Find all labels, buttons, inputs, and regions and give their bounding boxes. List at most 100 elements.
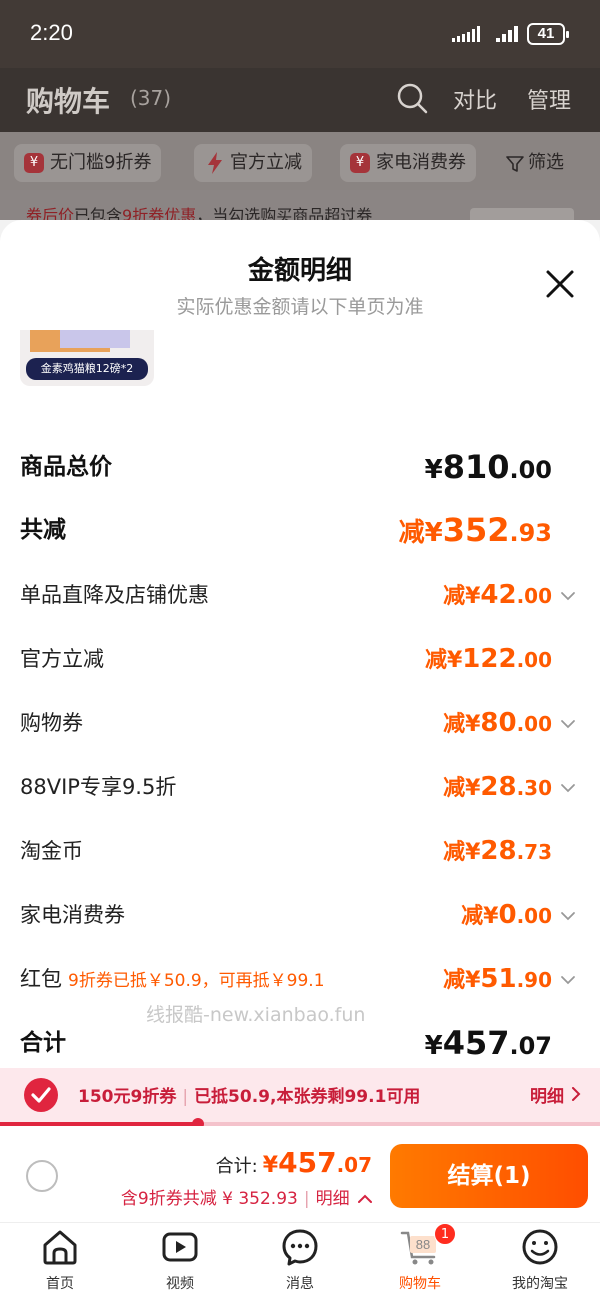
promo-action-button[interactable] (470, 208, 574, 220)
amount-row-value: ¥457.07 (424, 1024, 552, 1062)
amount-row[interactable]: 单品直降及店铺优惠 减¥42.00 (0, 580, 600, 640)
page-title: 购物车 (26, 85, 111, 118)
nav-label: 我的淘宝 (512, 1276, 568, 1292)
chevron-right-icon (572, 1087, 581, 1101)
amount-row-label: 购物券 (20, 711, 83, 735)
coupon-bar[interactable]: 150元9折券 | 已抵50.9,本张券剩99.1可用 明细 (0, 1068, 600, 1122)
bottom-nav: 首页 视频 消息 88 1 购物车 我的淘宝 (0, 1222, 600, 1295)
filter-icon (506, 156, 524, 172)
filter-chip-discount-coupon[interactable]: ¥ 无门槛9折券 (14, 144, 162, 182)
nav-item-cart[interactable]: 88 1 购物车 (360, 1223, 480, 1295)
amount-row: 官方立减 减¥122.00 (0, 644, 600, 704)
chevron-down-icon[interactable] (560, 908, 576, 924)
amount-row-value: 减¥352.93 (398, 511, 552, 549)
filter-chip-label: 官方立减 (230, 152, 302, 173)
close-icon[interactable] (540, 264, 580, 304)
amount-row: 淘金币 减¥28.73 (0, 836, 600, 896)
cart-count: (37) (130, 86, 172, 110)
product-label: 金素鸡猫粮12磅*2 (26, 358, 148, 380)
filter-chip-label: 无门槛9折券 (50, 152, 152, 173)
chevron-down-icon[interactable] (560, 972, 576, 988)
sheet-title: 金额明细 (247, 256, 352, 286)
coupon-icon: ¥ (24, 153, 44, 173)
filter-button[interactable]: 筛选 (506, 144, 564, 182)
amount-row-value: 减¥51.90 (443, 964, 552, 994)
nav-label: 首页 (46, 1276, 74, 1292)
checkout-detail-link[interactable]: 明细 (316, 1189, 350, 1209)
discount-text: 含9折券共减 ¥ 352.93 (120, 1189, 298, 1209)
svg-text:88: 88 (416, 1237, 430, 1252)
amount-detail-sheet: 金额明细 实际优惠金额请以下单页为准 金素鸡猫粮12磅*2 商品总价 ¥810.0… (0, 220, 600, 1070)
amount-row-label: 家电消费券 (20, 903, 125, 927)
amount-row[interactable]: 88VIP专享9.5折 减¥28.30 (0, 772, 600, 832)
amount-row-label: 合计 (20, 1030, 66, 1056)
home-icon (43, 1230, 77, 1265)
discount-summary[interactable]: 含9折券共减 ¥ 352.93 | 明细 (121, 1184, 372, 1209)
status-bar: 2:20 41 (0, 0, 600, 68)
amount-row-label: 商品总价 (20, 454, 112, 480)
select-all-checkbox[interactable] (26, 1160, 58, 1192)
redpacket-note: 9折券已抵￥50.9，可再抵￥99.1 (68, 971, 325, 991)
amount-row: 合计 ¥457.07 (0, 1024, 600, 1070)
amount-row-value: 减¥28.30 (443, 772, 552, 802)
filter-chip-appliance-coupon[interactable]: ¥ 家电消费券 (340, 144, 476, 182)
nav-item-video[interactable]: 视频 (120, 1223, 240, 1295)
amount-row-value: 减¥42.00 (443, 580, 552, 610)
watermark: 线报酷-new.xianbao.fun (146, 1004, 366, 1026)
amount-row-label: 官方立减 (20, 647, 104, 671)
signal-icon (452, 26, 480, 42)
nav-item-home[interactable]: 首页 (0, 1223, 120, 1295)
promo-strip: 券后价已包含9折券优惠，当勾选购买商品超过券 (0, 190, 600, 220)
filter-chip-label: 家电消费券 (376, 152, 466, 173)
profile-icon (522, 1229, 558, 1265)
amount-row[interactable]: 购物券 减¥80.00 (0, 708, 600, 768)
chevron-up-icon (358, 1194, 372, 1203)
coupon-detail-link[interactable]: 明细 (530, 1082, 564, 1107)
battery-icon: 41 (527, 23, 569, 45)
total-label: 合计: (215, 1156, 258, 1177)
filter-bar: ¥ 无门槛9折券 官方立减 ¥ 家电消费券 筛选 (0, 132, 600, 190)
nav-item-profile[interactable]: 我的淘宝 (480, 1223, 600, 1295)
nav-item-messages[interactable]: 消息 (240, 1223, 360, 1295)
coupon-status: 已抵50.9,本张券剩99.1可用 (194, 1087, 421, 1107)
total-line: 合计: ¥457.07 (216, 1146, 372, 1179)
chevron-down-icon[interactable] (560, 588, 576, 604)
chevron-down-icon[interactable] (560, 716, 576, 732)
nav-label: 购物车 (399, 1276, 441, 1292)
wifi-signal-icon (496, 26, 518, 42)
amount-row[interactable]: 家电消费券 减¥0.00 (0, 900, 600, 960)
check-icon (31, 1087, 51, 1103)
filter-button-label: 筛选 (528, 152, 564, 173)
amount-row-value: 减¥28.73 (443, 836, 552, 866)
cart-badge: 1 (434, 1223, 456, 1245)
amount-row-label: 单品直降及店铺优惠 (20, 583, 209, 607)
total-amount: ¥457.07 (262, 1146, 372, 1179)
filter-chip-official-discount[interactable]: 官方立减 (194, 144, 312, 182)
nav-label: 消息 (286, 1276, 314, 1292)
cart-header: 购物车 (37) 对比 管理 (0, 68, 600, 132)
manage-button[interactable]: 管理 (527, 83, 571, 115)
amount-row-label: 共减 (20, 517, 66, 543)
coupon-checkbox[interactable] (24, 1078, 58, 1112)
message-icon (282, 1229, 318, 1266)
lightning-icon (208, 152, 222, 174)
product-thumbnail[interactable]: 金素鸡猫粮12磅*2 (20, 330, 154, 386)
coupon-icon: ¥ (350, 153, 370, 173)
sheet-subtitle: 实际优惠金额请以下单页为准 (176, 296, 424, 318)
checkout-bar: 合计: ¥457.07 含9折券共减 ¥ 352.93 | 明细 结算(1) (0, 1126, 600, 1222)
amount-row-value: 减¥80.00 (443, 708, 552, 738)
amount-row-label: 红包 9折券已抵￥50.9，可再抵￥99.1 (20, 967, 325, 991)
amount-row-value: 减¥122.00 (424, 644, 552, 674)
promo-text: 券后价已包含9折券优惠，当勾选购买商品超过券 (26, 206, 373, 220)
amount-row-label: 淘金币 (20, 839, 83, 863)
amount-row-value: 减¥0.00 (461, 900, 552, 930)
nav-label: 视频 (166, 1276, 194, 1292)
amount-row: 共减 减¥352.93 (0, 511, 600, 575)
checkout-button[interactable]: 结算(1) (390, 1144, 588, 1208)
coupon-text: 150元9折券 | 已抵50.9,本张券剩99.1可用 (78, 1087, 421, 1107)
compare-button[interactable]: 对比 (453, 83, 497, 115)
status-time: 2:20 (30, 20, 73, 45)
amount-row-value: ¥810.00 (424, 448, 552, 486)
chevron-down-icon[interactable] (560, 780, 576, 796)
search-icon[interactable] (396, 82, 428, 114)
